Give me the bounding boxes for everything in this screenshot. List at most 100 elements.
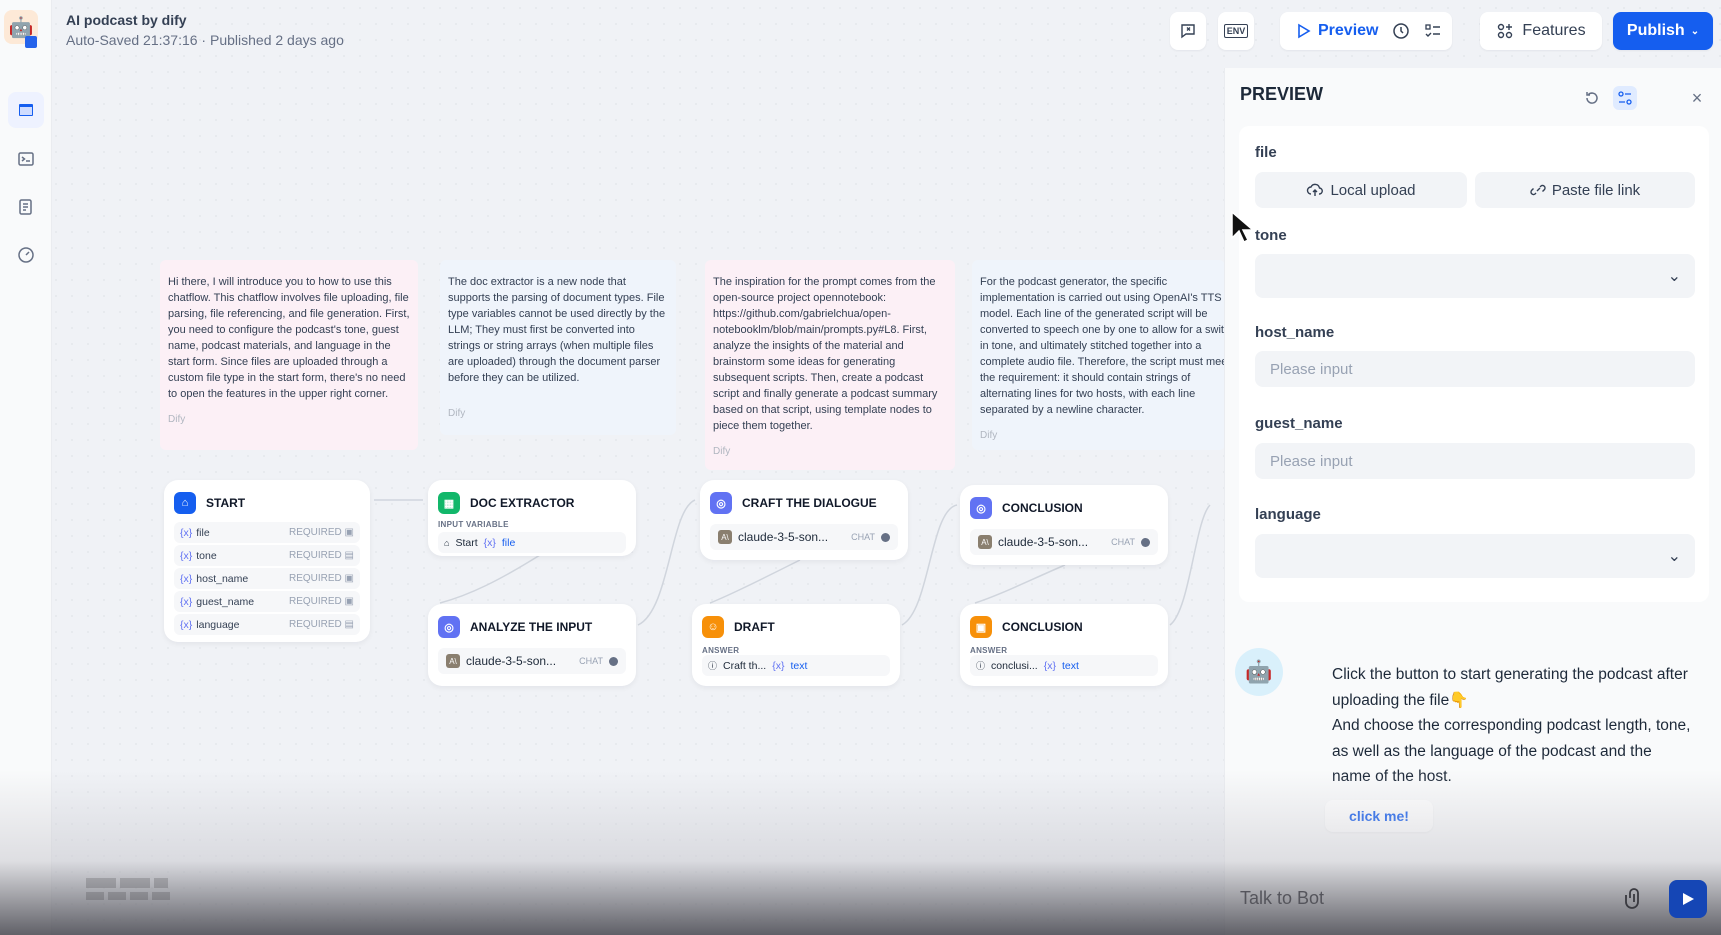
- variable-icon: {x}: [772, 659, 785, 672]
- variable-icon: {x}: [180, 618, 193, 631]
- variable-inspect-button[interactable]: [1613, 86, 1637, 110]
- bot-avatar: 🤖: [1235, 648, 1283, 696]
- edge-draft-conclusion: [901, 504, 958, 626]
- node-title: DRAFT: [734, 620, 775, 634]
- edge-conclusion-conclusion: [974, 564, 1066, 604]
- chat-input[interactable]: [1240, 880, 1640, 916]
- env-icon: ENV: [1223, 24, 1249, 38]
- features-icon: [1498, 23, 1513, 39]
- host-name-label: host_name: [1255, 324, 1335, 341]
- sidebar-item-logs[interactable]: [8, 141, 44, 177]
- host-name-input[interactable]: [1255, 351, 1695, 387]
- run-history-button[interactable]: [1392, 22, 1410, 40]
- language-label: language: [1255, 506, 1321, 523]
- close-button[interactable]: ×: [1685, 86, 1709, 110]
- variable-icon: {x}: [483, 536, 496, 549]
- start-variable-row: {x} language REQUIRED ▤: [174, 614, 360, 635]
- node-conclusion-llm[interactable]: ◎ CONCLUSION A\ claude-3-5-son... CHAT: [960, 485, 1168, 565]
- minimap[interactable]: [84, 876, 188, 906]
- checklist-icon: [1425, 24, 1441, 37]
- anthropic-icon: A\: [978, 535, 992, 549]
- paperclip-icon: [1625, 888, 1639, 909]
- chevron-down-icon: ⌄: [1690, 25, 1700, 37]
- node-analyze-input[interactable]: ◎ ANALYZE THE INPUT A\ claude-3-5-son...…: [428, 604, 636, 686]
- eye-icon: [881, 532, 890, 542]
- note-text: Hi there, I will introduce you to how to…: [168, 276, 410, 400]
- node-doc-extractor[interactable]: ▦ DOC EXTRACTOR INPUT VARIABLE ⌂ Start {…: [428, 480, 636, 556]
- click-me-button[interactable]: click me!: [1325, 800, 1433, 832]
- anthropic-icon: A\: [718, 530, 732, 544]
- note-doc-extractor[interactable]: The doc extractor is a new node that sup…: [440, 260, 676, 435]
- sidebar-item-workflow[interactable]: [8, 92, 44, 128]
- checklist-button[interactable]: [1424, 22, 1442, 40]
- preview-panel: PREVIEW × file Local upload Paste file l…: [1224, 68, 1721, 935]
- home-icon: ⌂: [174, 492, 196, 514]
- conversation-variables-button[interactable]: [1170, 12, 1206, 50]
- node-title: DOC EXTRACTOR: [470, 496, 575, 510]
- variable-icon: {x}: [180, 595, 193, 608]
- sliders-icon: [1618, 91, 1632, 105]
- tone-select[interactable]: ⌄: [1255, 254, 1695, 298]
- note-text: The inspiration for the prompt comes fro…: [713, 276, 938, 432]
- note-author: Dify: [168, 414, 186, 425]
- publish-button[interactable]: Publish ⌄: [1613, 12, 1713, 50]
- file-label: file: [1255, 144, 1277, 161]
- close-icon: ×: [1691, 87, 1703, 108]
- edge-analyze-craft: [637, 499, 696, 626]
- node-draft[interactable]: ☺ DRAFT ANSWER ⓘ Craft th... {x} text: [692, 604, 900, 686]
- node-title: CONCLUSION: [1002, 620, 1083, 634]
- guest-name-input[interactable]: [1255, 443, 1695, 479]
- cloud-upload-icon: [1307, 183, 1324, 196]
- llm-icon: ⓘ: [976, 661, 986, 671]
- node-title: CONCLUSION: [1002, 501, 1083, 515]
- answer-icon: ☺: [702, 616, 724, 638]
- note-author: Dify: [980, 430, 998, 441]
- home-icon: ⌂: [444, 537, 450, 548]
- save-status: Auto-Saved 21:37:16 · Published 2 days a…: [66, 32, 344, 48]
- edge-docextractor-analyze: [439, 554, 541, 604]
- conversation-variables-icon: [1181, 24, 1195, 39]
- language-select[interactable]: ⌄: [1255, 534, 1695, 578]
- note-podcast-generator[interactable]: For the podcast generator, the specific …: [972, 260, 1225, 450]
- answer-label: ANSWER: [970, 646, 1008, 655]
- paste-file-link-button[interactable]: Paste file link: [1475, 172, 1695, 208]
- node-title: START: [206, 496, 246, 510]
- bot-message: Click the button to start generating the…: [1332, 666, 1691, 785]
- node-conclusion-answer[interactable]: ▣ CONCLUSION ANSWER ⓘ conclusi... {x} tex…: [960, 604, 1168, 686]
- note-author: Dify: [713, 446, 731, 457]
- gauge-icon: [18, 247, 34, 263]
- run-history-icon: [1393, 23, 1410, 39]
- doc-extractor-icon: ▦: [438, 492, 460, 514]
- env-button[interactable]: ENV: [1218, 12, 1254, 50]
- preview-button[interactable]: Preview: [1294, 22, 1378, 40]
- send-button[interactable]: [1669, 880, 1707, 918]
- refresh-icon: [1586, 92, 1598, 104]
- start-variable-row: {x} guest_name REQUIRED ▣: [174, 591, 360, 612]
- app-sidebar: 🤖: [0, 0, 52, 935]
- features-button[interactable]: Features: [1480, 12, 1602, 50]
- robot-icon: 🤖: [1245, 659, 1273, 684]
- variable-icon: {x}: [180, 572, 193, 585]
- chevron-down-icon: ⌄: [1667, 268, 1681, 285]
- node-craft-dialogue[interactable]: ◎ CRAFT THE DIALOGUE A\ claude-3-5-son..…: [700, 480, 908, 560]
- local-upload-button[interactable]: Local upload: [1255, 172, 1467, 208]
- edge-craft-draft: [709, 559, 801, 604]
- link-icon: [1530, 184, 1546, 196]
- start-variable-row: {x} host_name REQUIRED ▣: [174, 568, 360, 589]
- input-variable: ⌂ Start {x} file: [438, 532, 626, 553]
- note-intro[interactable]: Hi there, I will introduce you to how to…: [160, 260, 418, 450]
- eye-icon: [609, 656, 618, 666]
- preview-toolbar-group: Preview: [1280, 12, 1452, 50]
- sidebar-item-annotations[interactable]: [8, 189, 44, 225]
- sidebar-item-monitoring[interactable]: [8, 237, 44, 273]
- answer-icon: ▣: [970, 616, 992, 638]
- answer-label: ANSWER: [702, 646, 740, 655]
- variable-icon: {x}: [1043, 659, 1056, 672]
- node-start[interactable]: ⌂ START {x} file REQUIRED ▣ {x} tone REQUIRE…: [164, 480, 370, 642]
- llm-icon: ◎: [438, 616, 460, 638]
- attach-button[interactable]: [1622, 886, 1646, 910]
- play-icon: [1298, 23, 1311, 39]
- restart-button[interactable]: [1580, 86, 1604, 110]
- input-variable-label: INPUT VARIABLE: [438, 520, 509, 529]
- note-prompt-inspiration[interactable]: The inspiration for the prompt comes fro…: [705, 260, 955, 470]
